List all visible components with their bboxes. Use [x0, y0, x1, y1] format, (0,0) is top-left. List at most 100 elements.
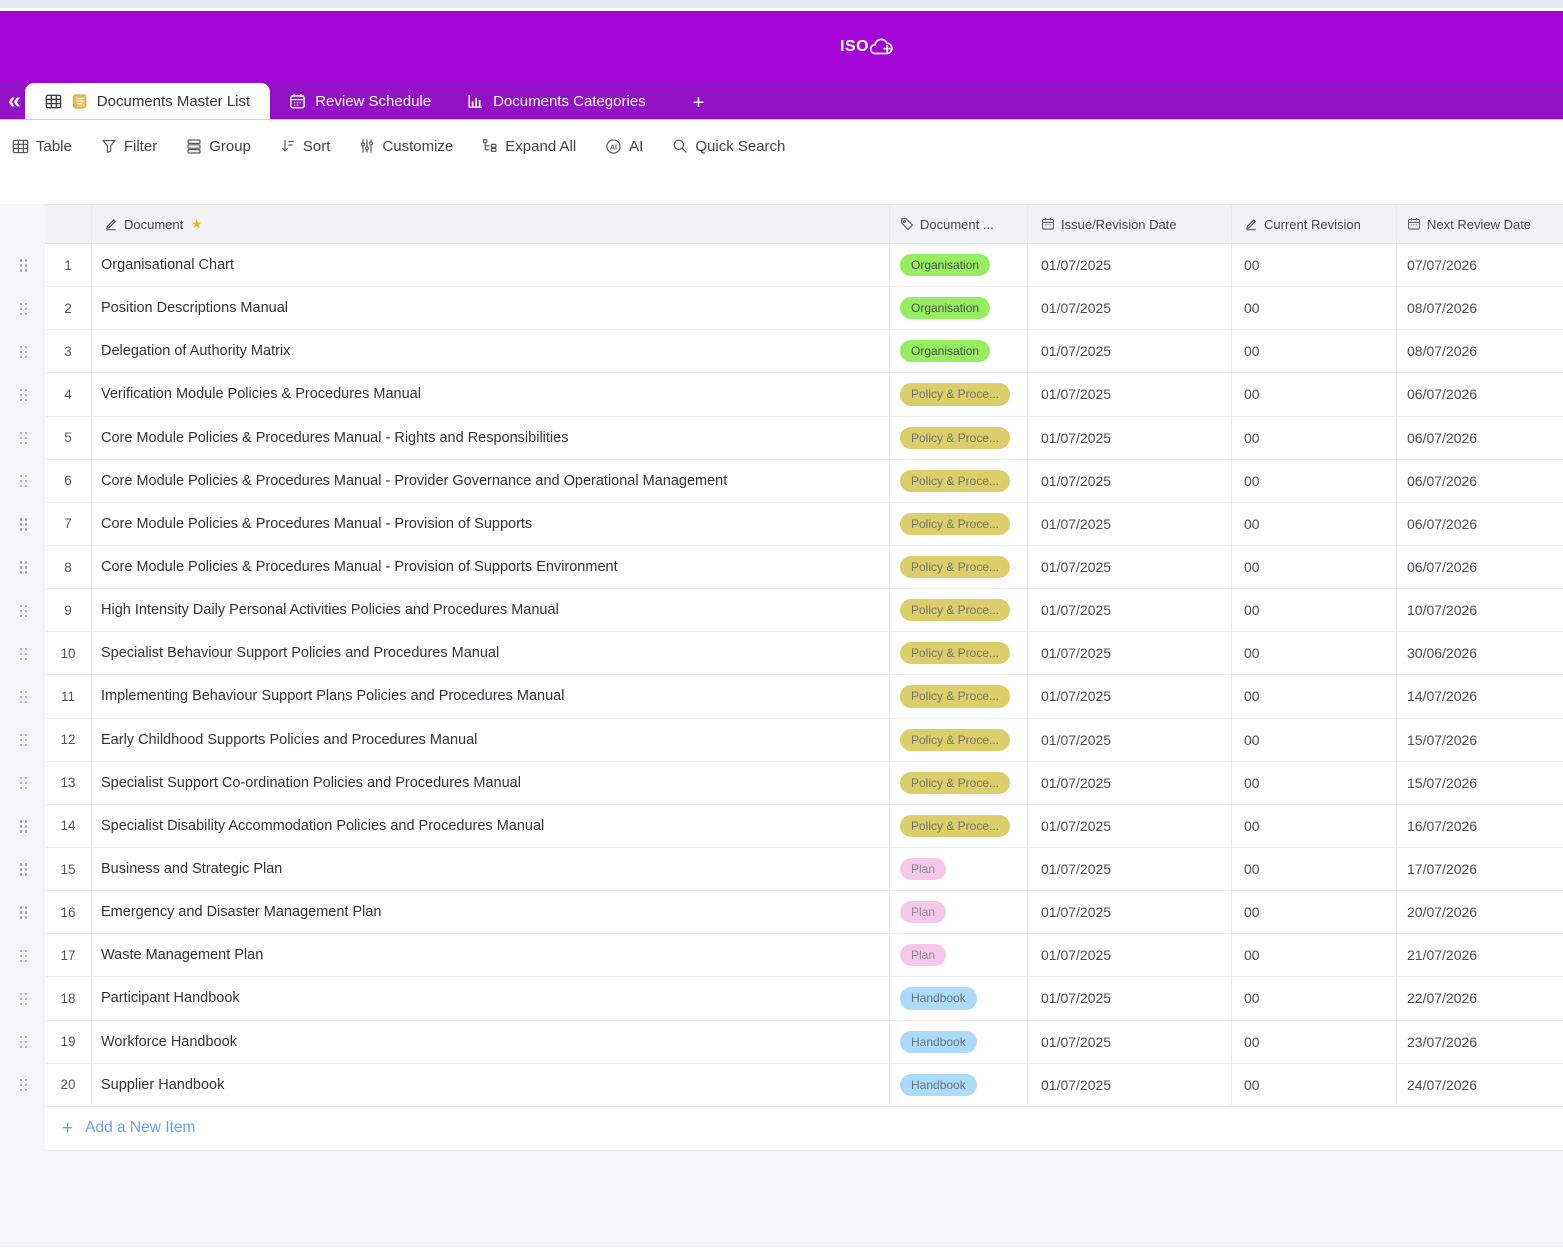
row-number-cell[interactable]: 16 — [45, 891, 92, 933]
document-category-cell[interactable]: Policy & Proce... — [890, 675, 1028, 717]
drag-handle-icon[interactable] — [20, 303, 22, 305]
document-cell[interactable]: Delegation of Authority Matrix — [92, 330, 890, 372]
row-number-cell[interactable]: 4 — [45, 373, 92, 415]
document-category-cell[interactable]: Handbook — [890, 1021, 1028, 1063]
issue-revision-date-cell[interactable]: 01/07/2025 — [1028, 287, 1232, 329]
current-revision-cell[interactable]: 00 — [1232, 1064, 1397, 1106]
header-document-category[interactable]: Document ... — [890, 205, 1028, 243]
tab-documents-categories[interactable]: Documents Categories — [450, 83, 663, 119]
document-category-cell[interactable]: Policy & Proce... — [890, 589, 1028, 631]
document-category-cell[interactable]: Policy & Proce... — [890, 373, 1028, 415]
document-category-cell[interactable]: Plan — [890, 891, 1028, 933]
current-revision-cell[interactable]: 00 — [1232, 1021, 1397, 1063]
document-cell[interactable]: Early Childhood Supports Policies and Pr… — [92, 719, 890, 761]
row-number-cell[interactable]: 2 — [45, 287, 92, 329]
next-review-date-cell[interactable]: 06/07/2026 — [1397, 546, 1563, 588]
issue-revision-date-cell[interactable]: 01/07/2025 — [1028, 417, 1232, 459]
next-review-date-cell[interactable]: 23/07/2026 — [1397, 1021, 1563, 1063]
row-number-cell[interactable]: 9 — [45, 589, 92, 631]
row-number-cell[interactable]: 12 — [45, 719, 92, 761]
document-category-cell[interactable]: Policy & Proce... — [890, 762, 1028, 804]
document-category-cell[interactable]: Policy & Proce... — [890, 460, 1028, 502]
next-review-date-cell[interactable]: 08/07/2026 — [1397, 330, 1563, 372]
document-category-cell[interactable]: Policy & Proce... — [890, 546, 1028, 588]
issue-revision-date-cell[interactable]: 01/07/2025 — [1028, 762, 1232, 804]
header-current-revision[interactable]: Current Revision — [1232, 205, 1397, 243]
document-cell[interactable]: Business and Strategic Plan — [92, 848, 890, 890]
current-revision-cell[interactable]: 00 — [1232, 762, 1397, 804]
current-revision-cell[interactable]: 00 — [1232, 632, 1397, 674]
current-revision-cell[interactable]: 00 — [1232, 460, 1397, 502]
header-next-review-date[interactable]: Next Review Date — [1397, 205, 1563, 243]
current-revision-cell[interactable]: 00 — [1232, 891, 1397, 933]
issue-revision-date-cell[interactable]: 01/07/2025 — [1028, 546, 1232, 588]
issue-revision-date-cell[interactable]: 01/07/2025 — [1028, 675, 1232, 717]
toolbar-customize-button[interactable]: Customize — [359, 138, 453, 155]
toolbar-ai-button[interactable]: AI AI — [605, 138, 643, 155]
document-category-cell[interactable]: Handbook — [890, 977, 1028, 1019]
next-review-date-cell[interactable]: 07/07/2026 — [1397, 244, 1563, 286]
current-revision-cell[interactable]: 00 — [1232, 503, 1397, 545]
current-revision-cell[interactable]: 00 — [1232, 330, 1397, 372]
document-category-cell[interactable]: Handbook — [890, 1064, 1028, 1106]
issue-revision-date-cell[interactable]: 01/07/2025 — [1028, 589, 1232, 631]
toolbar-table-button[interactable]: Table — [12, 138, 72, 155]
header-document[interactable]: Document ★ — [92, 205, 890, 243]
toolbar-expand-all-button[interactable]: Expand All — [482, 138, 576, 155]
next-review-date-cell[interactable]: 21/07/2026 — [1397, 934, 1563, 976]
drag-handle-icon[interactable] — [20, 820, 22, 822]
next-review-date-cell[interactable]: 20/07/2026 — [1397, 891, 1563, 933]
next-review-date-cell[interactable]: 06/07/2026 — [1397, 460, 1563, 502]
current-revision-cell[interactable]: 00 — [1232, 373, 1397, 415]
issue-revision-date-cell[interactable]: 01/07/2025 — [1028, 503, 1232, 545]
drag-handle-icon[interactable] — [20, 1079, 22, 1081]
next-review-date-cell[interactable]: 24/07/2026 — [1397, 1064, 1563, 1106]
document-cell[interactable]: Position Descriptions Manual — [92, 287, 890, 329]
drag-handle-icon[interactable] — [20, 691, 22, 693]
drag-handle-icon[interactable] — [20, 432, 22, 434]
current-revision-cell[interactable]: 00 — [1232, 589, 1397, 631]
document-category-cell[interactable]: Policy & Proce... — [890, 503, 1028, 545]
document-cell[interactable]: Organisational Chart — [92, 244, 890, 286]
current-revision-cell[interactable]: 00 — [1232, 977, 1397, 1019]
next-review-date-cell[interactable]: 15/07/2026 — [1397, 762, 1563, 804]
header-issue-revision-date[interactable]: Issue/Revision Date — [1028, 205, 1232, 243]
next-review-date-cell[interactable]: 15/07/2026 — [1397, 719, 1563, 761]
issue-revision-date-cell[interactable]: 01/07/2025 — [1028, 460, 1232, 502]
toolbar-filter-button[interactable]: Filter — [101, 138, 157, 155]
next-review-date-cell[interactable]: 16/07/2026 — [1397, 805, 1563, 847]
row-number-cell[interactable]: 10 — [45, 632, 92, 674]
next-review-date-cell[interactable]: 22/07/2026 — [1397, 977, 1563, 1019]
tab-review-schedule[interactable]: Review Schedule — [272, 83, 448, 119]
row-number-cell[interactable]: 6 — [45, 460, 92, 502]
row-number-cell[interactable]: 13 — [45, 762, 92, 804]
row-number-cell[interactable]: 1 — [45, 244, 92, 286]
drag-handle-icon[interactable] — [20, 906, 22, 908]
issue-revision-date-cell[interactable]: 01/07/2025 — [1028, 632, 1232, 674]
next-review-date-cell[interactable]: 17/07/2026 — [1397, 848, 1563, 890]
row-number-cell[interactable]: 3 — [45, 330, 92, 372]
row-number-cell[interactable]: 14 — [45, 805, 92, 847]
document-cell[interactable]: High Intensity Daily Personal Activities… — [92, 589, 890, 631]
next-review-date-cell[interactable]: 08/07/2026 — [1397, 287, 1563, 329]
current-revision-cell[interactable]: 00 — [1232, 805, 1397, 847]
issue-revision-date-cell[interactable]: 01/07/2025 — [1028, 719, 1232, 761]
drag-handle-icon[interactable] — [20, 1036, 22, 1038]
current-revision-cell[interactable]: 00 — [1232, 675, 1397, 717]
document-category-cell[interactable]: Organisation — [890, 287, 1028, 329]
document-category-cell[interactable]: Plan — [890, 934, 1028, 976]
document-cell[interactable]: Core Module Policies & Procedures Manual… — [92, 503, 890, 545]
current-revision-cell[interactable]: 00 — [1232, 244, 1397, 286]
toolbar-sort-button[interactable]: Sort — [280, 138, 331, 155]
next-review-date-cell[interactable]: 14/07/2026 — [1397, 675, 1563, 717]
document-cell[interactable]: Verification Module Policies & Procedure… — [92, 373, 890, 415]
document-cell[interactable]: Specialist Support Co-ordination Policie… — [92, 762, 890, 804]
drag-handle-icon[interactable] — [20, 346, 22, 348]
document-cell[interactable]: Core Module Policies & Procedures Manual… — [92, 417, 890, 459]
next-review-date-cell[interactable]: 06/07/2026 — [1397, 373, 1563, 415]
next-review-date-cell[interactable]: 30/06/2026 — [1397, 632, 1563, 674]
row-number-cell[interactable]: 8 — [45, 546, 92, 588]
document-cell[interactable]: Core Module Policies & Procedures Manual… — [92, 546, 890, 588]
current-revision-cell[interactable]: 00 — [1232, 848, 1397, 890]
document-category-cell[interactable]: Policy & Proce... — [890, 805, 1028, 847]
